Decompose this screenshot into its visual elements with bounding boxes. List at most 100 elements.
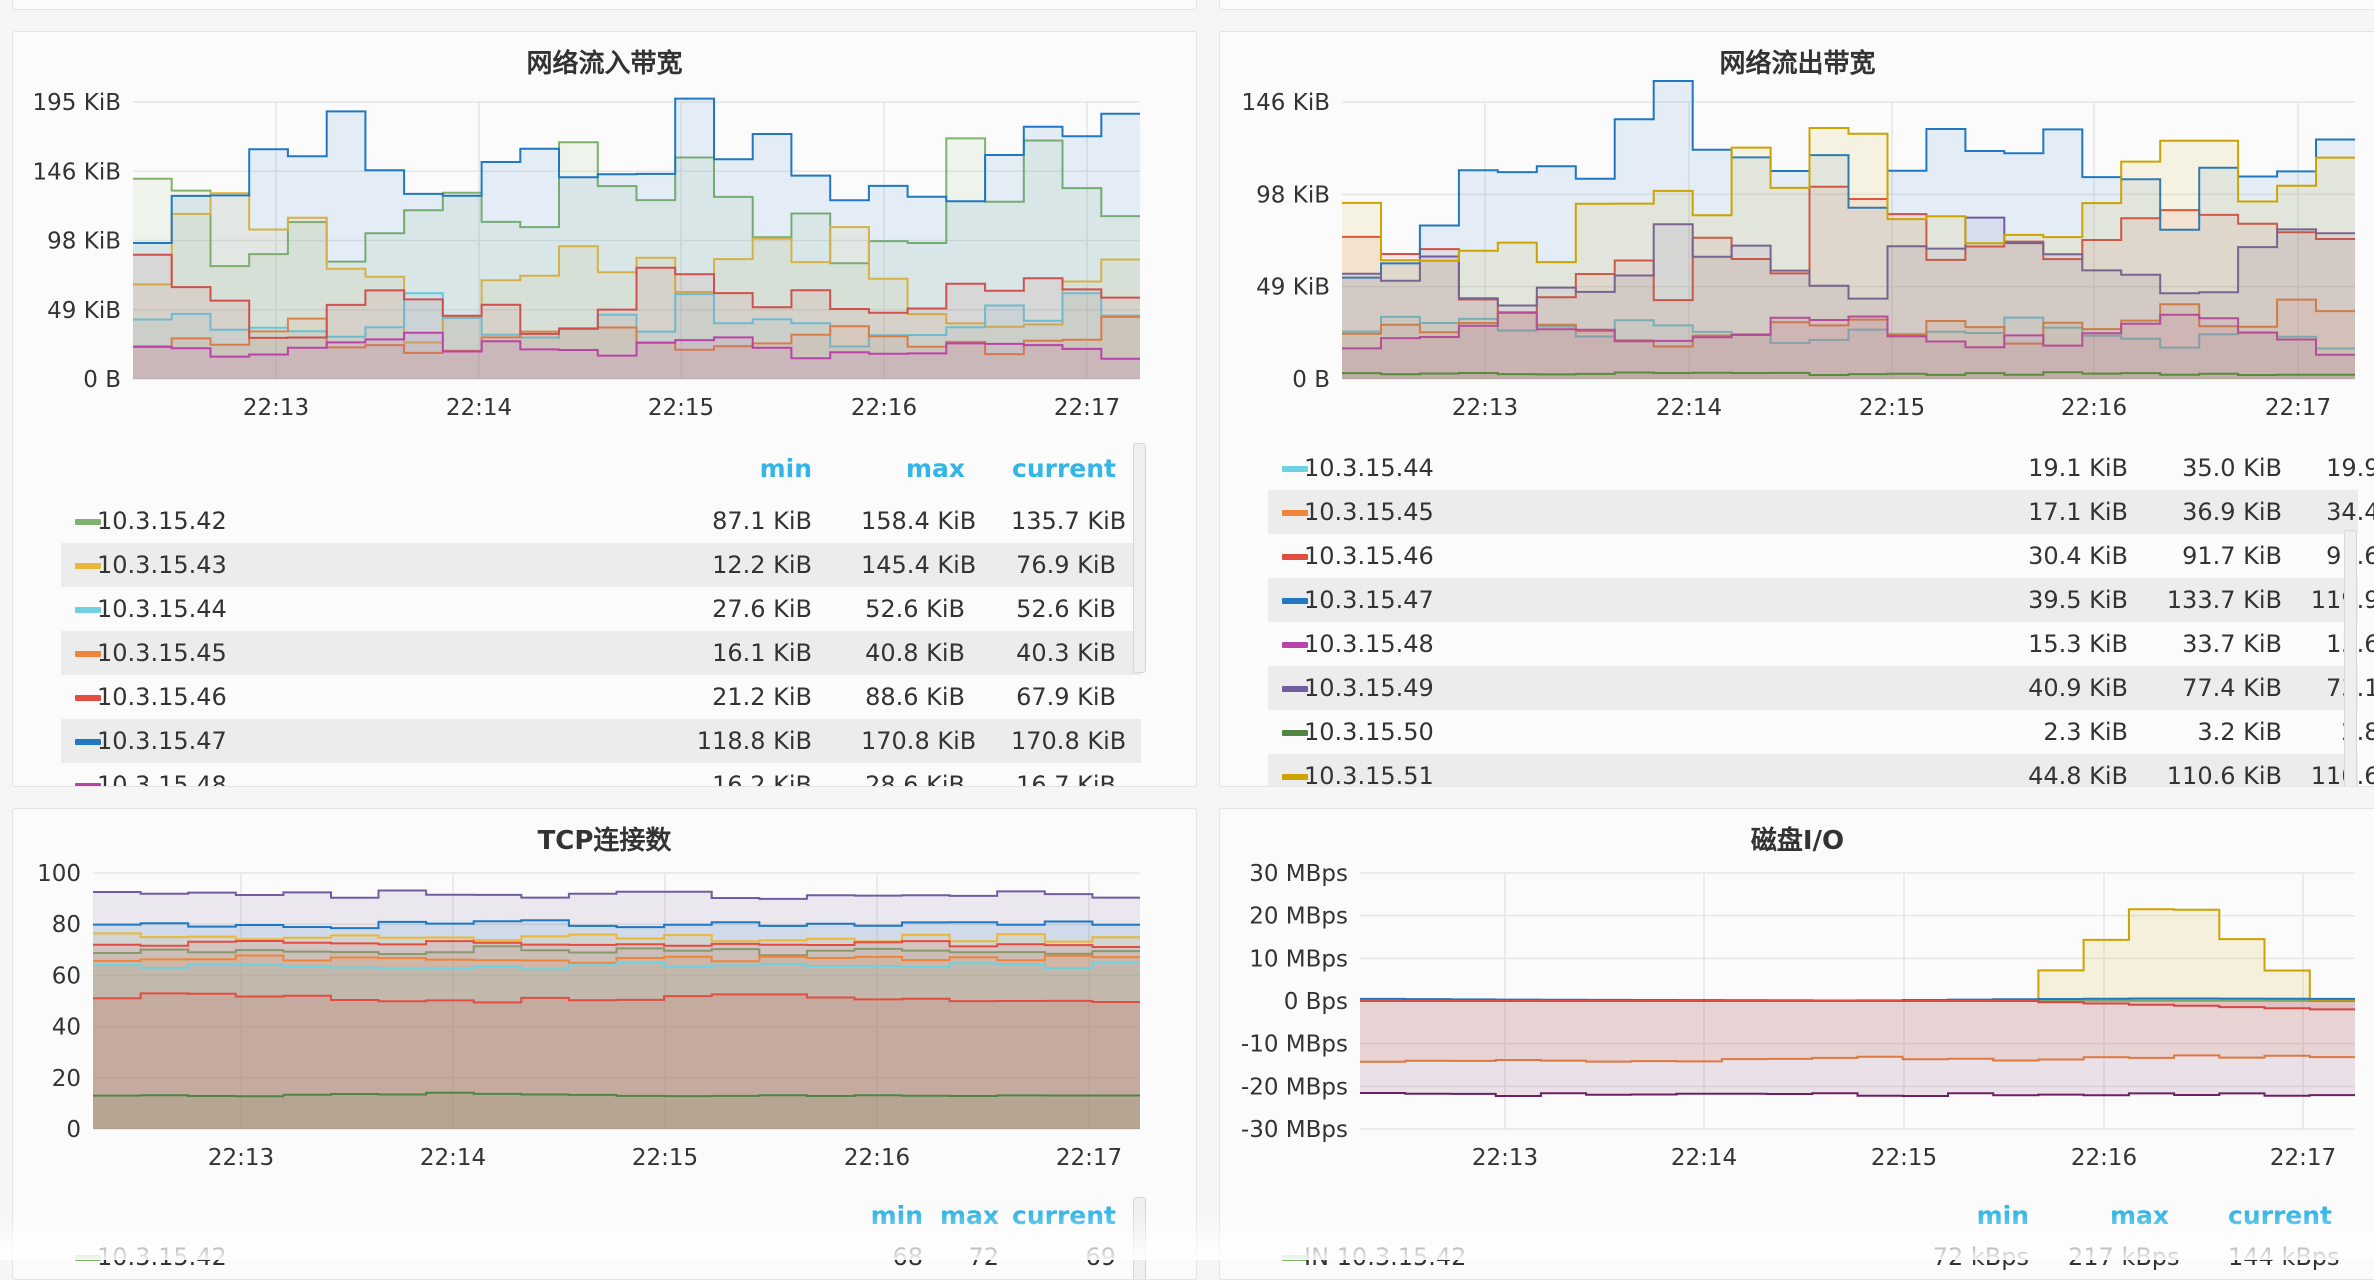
- legend-row[interactable]: 10.3.15.5144.8 KiB110.6 KiB110.6 KiB: [1268, 754, 2358, 787]
- legend-header-min[interactable]: min: [749, 454, 812, 483]
- x-tick-label: 22:14: [446, 395, 512, 421]
- legend-row[interactable]: 10.3.15.4419.1 KiB35.0 KiB19.9 KiB: [1268, 446, 2358, 490]
- series-min-value: 17.1 KiB: [1968, 490, 2128, 534]
- x-tick-label: 22:15: [1871, 1145, 1937, 1171]
- series-min-value: 87.1 KiB: [681, 499, 812, 543]
- series-max-value: 36.9 KiB: [2148, 490, 2282, 534]
- series-min-value: 16.2 KiB: [681, 763, 812, 787]
- chart-tcp[interactable]: 10080604020022:1322:1422:1522:1622:17: [13, 809, 1196, 1213]
- legend-row[interactable]: 10.3.15.4621.2 KiB88.6 KiB67.9 KiB: [61, 675, 1141, 719]
- x-tick-label: 22:17: [2270, 1145, 2336, 1171]
- series-current-value: 19.9 KiB: [2298, 446, 2374, 490]
- y-tick-label: 20: [52, 1066, 81, 1092]
- series-current-value: 76.9 KiB: [1011, 543, 1116, 587]
- x-tick-label: 22:13: [243, 395, 309, 421]
- legend-row[interactable]: 10.3.15.4312.2 KiB145.4 KiB76.9 KiB: [61, 543, 1141, 587]
- legend-row[interactable]: 10.3.15.502.3 KiB3.2 KiB2.8 KiB: [1268, 710, 2358, 754]
- series-name[interactable]: 10.3.15.48: [1304, 622, 1434, 666]
- series-min-value: 27.6 KiB: [681, 587, 812, 631]
- legend-row[interactable]: 10.3.15.4816.2 KiB28.6 KiB16.7 KiB: [61, 763, 1141, 787]
- legend-row[interactable]: 10.3.15.4739.5 KiB133.7 KiB119.9 KiB: [1268, 578, 2358, 622]
- legend-scrollbar[interactable]: [1133, 443, 1146, 673]
- legend-row[interactable]: 10.3.15.4630.4 KiB91.7 KiB91.6 KiB: [1268, 534, 2358, 578]
- legend-row[interactable]: 10.3.15.4516.1 KiB40.8 KiB40.3 KiB: [61, 631, 1141, 675]
- x-tick-label: 22:16: [851, 395, 917, 421]
- series-min-value: 16.1 KiB: [681, 631, 812, 675]
- series-name[interactable]: 10.3.15.44: [97, 587, 227, 631]
- legend-row[interactable]: 10.3.15.47118.8 KiB170.8 KiB170.8 KiB: [61, 719, 1141, 763]
- panel-disk-io: 磁盘I/O 30 MBps20 MBps10 MBps0 Bps-10 MBps…: [1219, 808, 2374, 1280]
- series-min-value: 44.8 KiB: [1968, 754, 2128, 787]
- y-tick-label: 49 KiB: [47, 298, 121, 324]
- y-tick-label: 0 B: [83, 367, 121, 393]
- x-tick-label: 22:15: [1859, 395, 1925, 421]
- y-tick-label: -30 MBps: [1241, 1117, 1348, 1143]
- series-max-value: 170.8 KiB: [861, 719, 965, 763]
- series-name[interactable]: 10.3.15.44: [1304, 446, 1434, 490]
- series-name[interactable]: 10.3.15.46: [97, 675, 227, 719]
- bottom-fade: [0, 1212, 2374, 1260]
- legend-header-max[interactable]: max: [901, 454, 965, 483]
- series-current-value: 170.8 KiB: [1011, 719, 1116, 763]
- x-tick-label: 22:14: [1656, 395, 1722, 421]
- y-tick-label: 0: [66, 1117, 81, 1143]
- series-max-value: 33.7 KiB: [2148, 622, 2282, 666]
- series-name[interactable]: 10.3.15.47: [1304, 578, 1434, 622]
- legend-scrollbar[interactable]: [2344, 530, 2357, 787]
- series-min-value: 30.4 KiB: [1968, 534, 2128, 578]
- chart-network-out[interactable]: 146 KiB98 KiB49 KiB0 B22:1322:1422:1522:…: [1220, 32, 2374, 452]
- series-name[interactable]: 10.3.15.49: [1304, 666, 1434, 710]
- y-tick-label: 80: [52, 912, 81, 938]
- series-area: [133, 99, 1140, 379]
- series-name[interactable]: 10.3.15.43: [97, 543, 227, 587]
- x-tick-label: 22:13: [1472, 1145, 1538, 1171]
- series-name[interactable]: 10.3.15.50: [1304, 710, 1434, 754]
- legend-row[interactable]: 10.3.15.44 27.6 KiB 52.6 KiB 52.6 KiB: [61, 587, 1141, 631]
- series-current-value: 34.4 KiB: [2298, 490, 2374, 534]
- series-min-value: 2.3 KiB: [1968, 710, 2128, 754]
- series-area: [1360, 909, 2355, 1001]
- x-tick-label: 22:17: [1054, 395, 1120, 421]
- y-tick-label: 30 MBps: [1249, 861, 1348, 887]
- series-current-value: 110.6 KiB: [2298, 754, 2374, 787]
- legend-row[interactable]: 10.3.15.4517.1 KiB36.9 KiB34.4 KiB: [1268, 490, 2358, 534]
- series-max-value: 52.6 KiB: [861, 587, 965, 631]
- series-max-value: 145.4 KiB: [861, 543, 965, 587]
- y-tick-label: 0 Bps: [1284, 989, 1348, 1015]
- x-tick-label: 22:17: [2265, 395, 2331, 421]
- y-tick-label: 40: [52, 1015, 81, 1041]
- legend-header-current[interactable]: current: [1001, 454, 1116, 483]
- series-current-value: 91.6 KiB: [2298, 534, 2374, 578]
- x-tick-label: 22:15: [648, 395, 714, 421]
- chart-network-in[interactable]: 195 KiB146 KiB98 KiB49 KiB0 B22:1322:142…: [13, 32, 1196, 452]
- y-tick-label: 146 KiB: [1242, 90, 1330, 116]
- legend-network-in: min max current 10.3.15.42 87.1 KiB 158.4 …: [61, 440, 1161, 786]
- series-name[interactable]: 10.3.15.42: [97, 499, 227, 543]
- series-name[interactable]: 10.3.15.47: [97, 719, 227, 763]
- series-max-value: 40.8 KiB: [861, 631, 965, 675]
- series-name[interactable]: 10.3.15.48: [97, 763, 227, 787]
- x-tick-label: 22:14: [1671, 1145, 1737, 1171]
- series-current-value: 135.7 KiB: [1011, 499, 1116, 543]
- series-current-value: 15.6 KiB: [2298, 622, 2374, 666]
- series-area: [93, 1093, 1140, 1129]
- series-current-value: 2.8 KiB: [2298, 710, 2374, 754]
- legend-row[interactable]: 10.3.15.42 87.1 KiB 158.4 KiB 135.7 KiB: [61, 499, 1141, 543]
- chart-disk-io[interactable]: 30 MBps20 MBps10 MBps0 Bps-10 MBps-20 MB…: [1220, 809, 2374, 1213]
- series-max-value: 91.7 KiB: [2148, 534, 2282, 578]
- legend-row[interactable]: 10.3.15.4940.9 KiB77.4 KiB73.1 KiB: [1268, 666, 2358, 710]
- series-name[interactable]: 10.3.15.46: [1304, 534, 1434, 578]
- series-current-value: 119.9 KiB: [2298, 578, 2374, 622]
- series-name[interactable]: 10.3.15.45: [1304, 490, 1434, 534]
- legend-row[interactable]: 10.3.15.4815.3 KiB33.7 KiB15.6 KiB: [1268, 622, 2358, 666]
- y-tick-label: 100: [37, 861, 81, 887]
- series-current-value: 52.6 KiB: [1011, 587, 1116, 631]
- series-name[interactable]: 10.3.15.51: [1304, 754, 1434, 787]
- x-tick-label: 22:13: [208, 1145, 274, 1171]
- panel-network-in: 网络流入带宽 195 KiB146 KiB98 KiB49 KiB0 B22:1…: [12, 31, 1197, 787]
- series-area: [1360, 1001, 2355, 1096]
- series-max-value: 77.4 KiB: [2148, 666, 2282, 710]
- series-max-value: 158.4 KiB: [861, 499, 965, 543]
- series-name[interactable]: 10.3.15.45: [97, 631, 227, 675]
- series-max-value: 88.6 KiB: [861, 675, 965, 719]
